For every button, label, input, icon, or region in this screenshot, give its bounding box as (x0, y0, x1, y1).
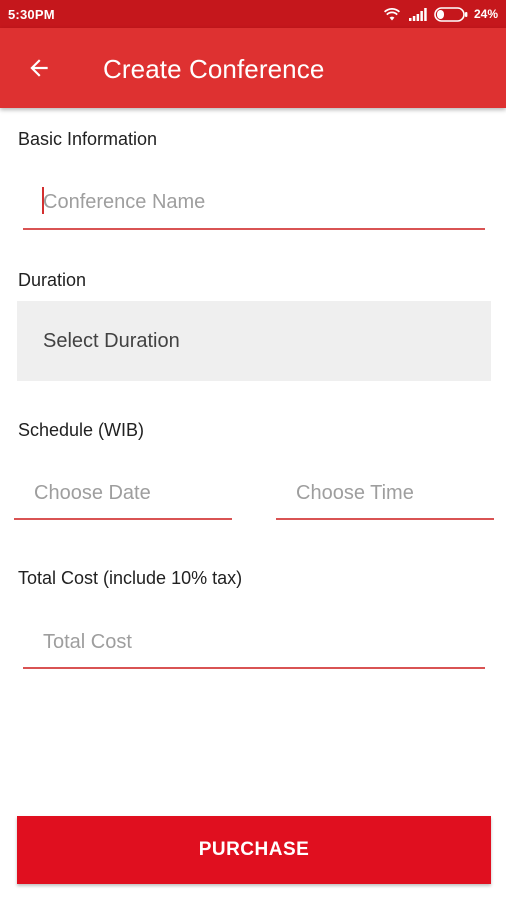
status-bar: 5:30PM 24% (0, 0, 506, 28)
battery-level: 24% (473, 7, 498, 21)
page-title: Create Conference (103, 54, 325, 84)
conference-name-input[interactable] (23, 176, 485, 230)
basic-information-label: Basic Information (18, 129, 158, 149)
app-bar: Create Conference (0, 28, 506, 108)
duration-select-text: Select Duration (43, 329, 180, 352)
signal-icon (408, 7, 427, 21)
purchase-button[interactable]: PURCHASE (17, 816, 491, 884)
arrow-left-icon (30, 59, 48, 77)
total-cost-input[interactable] (23, 617, 485, 669)
text-cursor (42, 187, 44, 214)
choose-time-input[interactable] (276, 468, 494, 520)
back-button[interactable] (18, 48, 60, 88)
wifi-icon (383, 7, 400, 20)
duration-label: Duration (18, 270, 87, 290)
choose-date-input[interactable] (14, 468, 232, 520)
duration-select[interactable]: Select Duration (17, 301, 491, 381)
total-cost-label: Total Cost (include 10% tax) (18, 568, 243, 588)
status-time: 5:30PM (8, 7, 55, 22)
status-icons: 24% (383, 6, 498, 22)
schedule-label: Schedule (WIB) (18, 420, 145, 440)
battery-icon (434, 6, 468, 22)
